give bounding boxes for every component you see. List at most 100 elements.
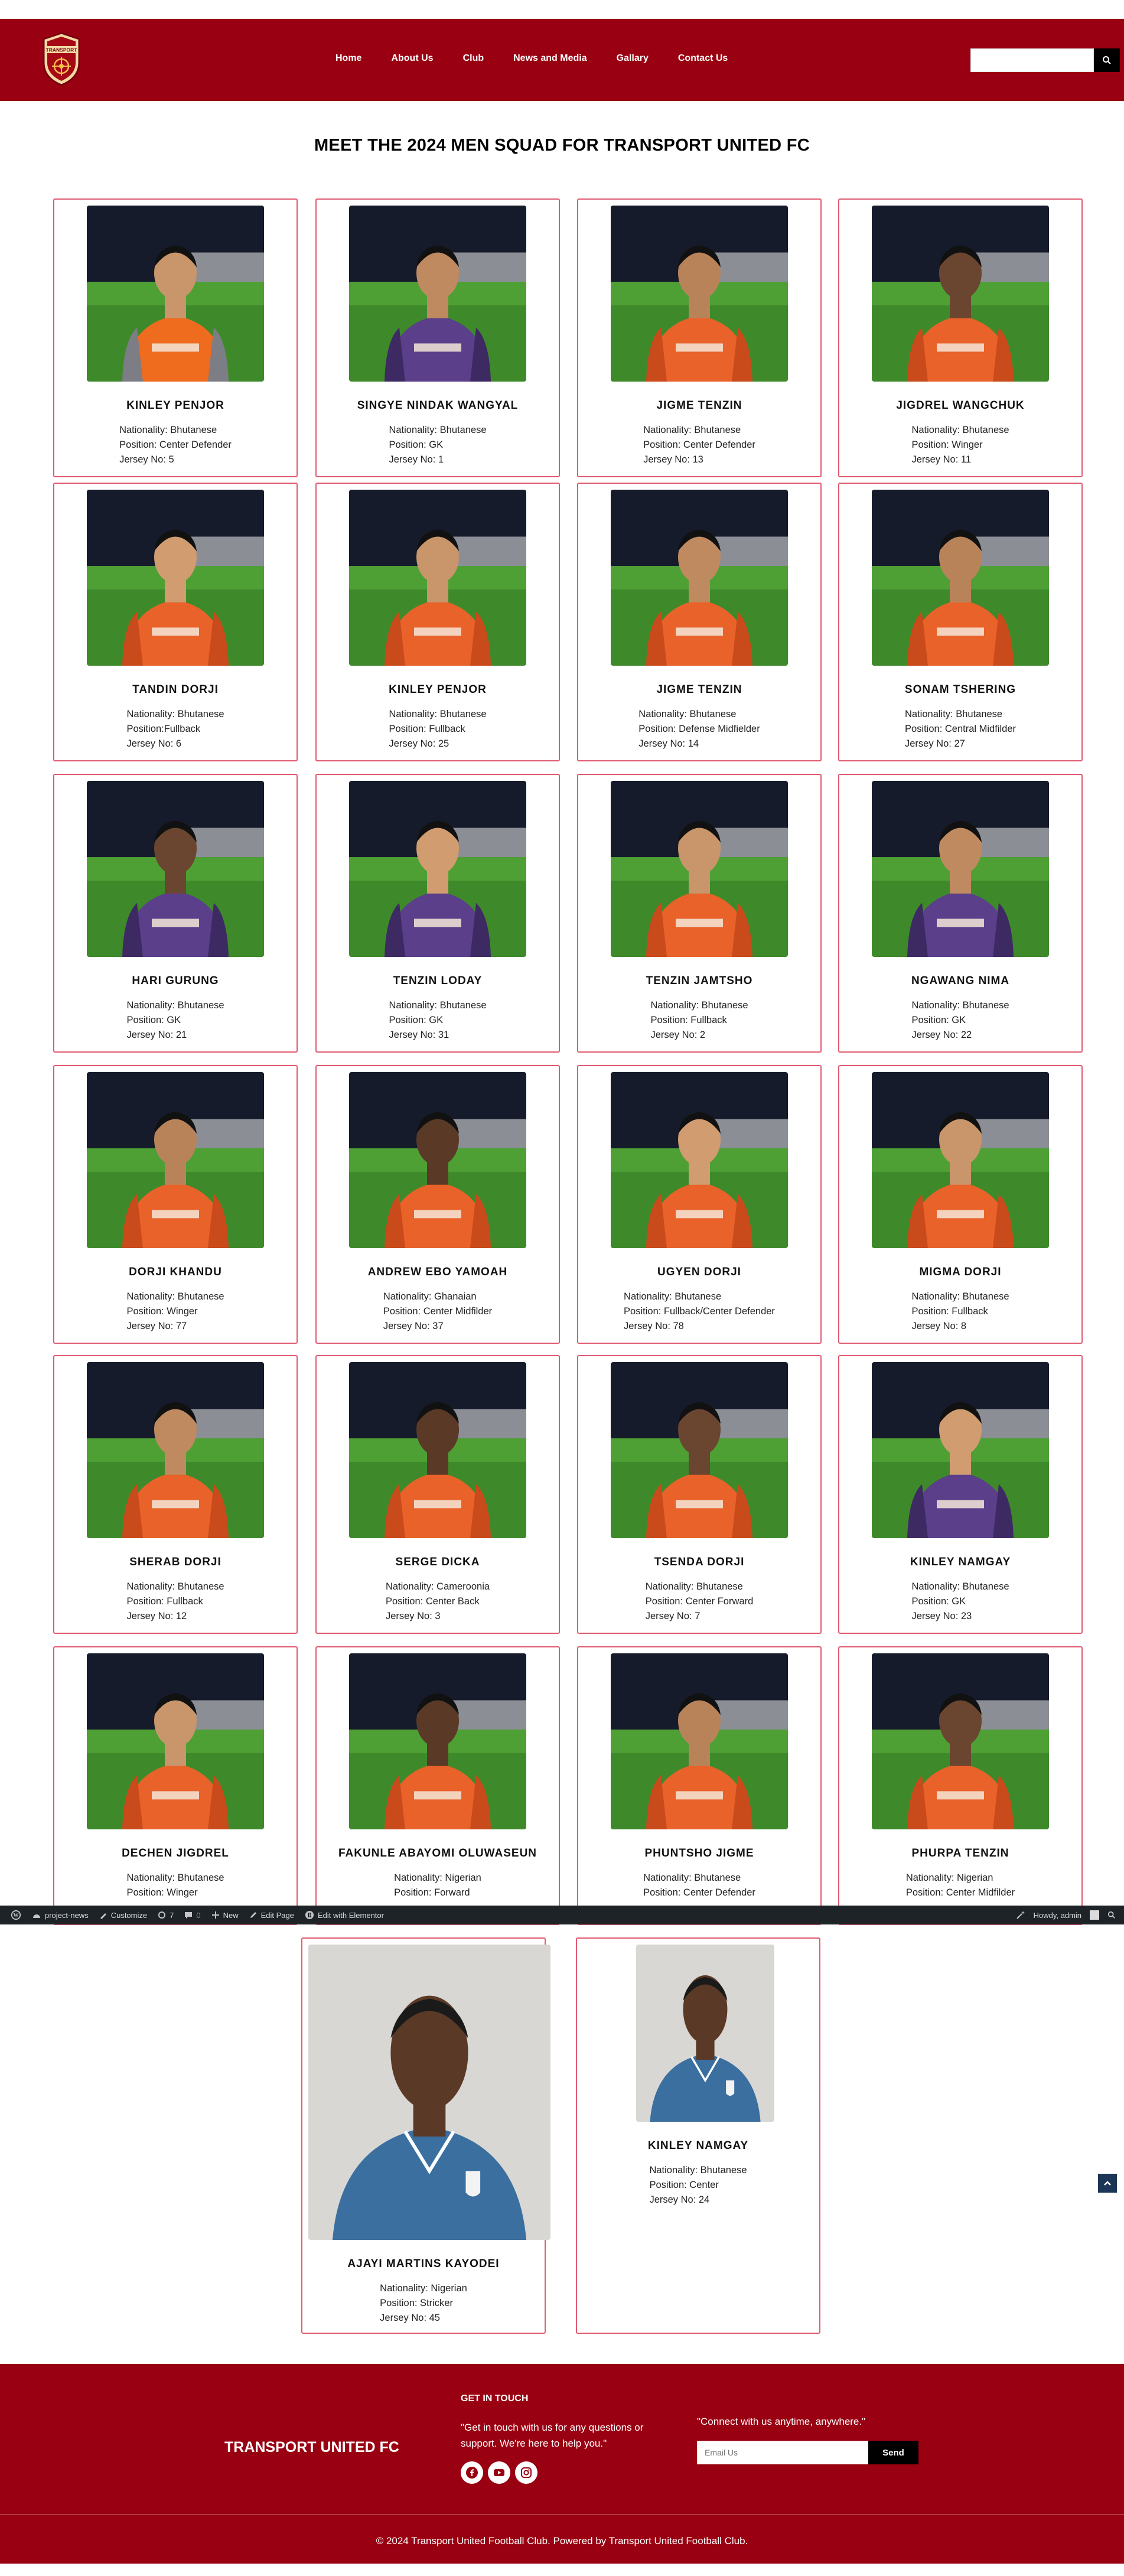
facebook-link[interactable] [461,2461,483,2484]
nav-about-us[interactable]: About Us [391,53,433,64]
player-card[interactable]: AJAYI MARTINS KAYODEI Nationality: Nigeri… [301,1937,550,2334]
new-content-item[interactable]: New [211,1911,239,1920]
player-photo [87,206,264,382]
player-card[interactable]: MIGMA DORJI Nationality: Bhutanese Positio… [838,1065,1083,1344]
player-card[interactable]: TENZIN JAMTSHO Nationality: Bhutanese Posi… [577,774,822,1053]
elementor-item[interactable]: Edit with Elementor [305,1910,384,1920]
connect-text: "Connect with us anytime, anywhere." [697,2416,866,2427]
player-name: KINLEY NAMGAY [910,1556,1011,1568]
player-card[interactable]: DORJI KHANDU Nationality: Bhutanese Positi… [53,1065,298,1344]
player-info: Nationality: Bhutanese Position: Central … [839,707,1081,751]
site-name-item[interactable]: project-news [32,1910,89,1920]
player-position: Position: GK [389,439,444,450]
player-name: KINLEY PENJOR [126,399,224,412]
player-photo [611,1362,788,1538]
player-jersey: Jersey No: 31 [389,1030,449,1040]
player-position: Position: Center Defender [119,439,232,450]
instagram-link[interactable] [515,2461,537,2484]
player-name: TANDIN DORJI [132,683,219,696]
player-card[interactable]: KINLEY PENJOR Nationality: Bhutanese Posit… [315,483,560,761]
search-button[interactable] [1094,48,1120,72]
player-nationality: Nationality: Bhutanese [643,425,741,435]
player-card[interactable]: ANDREW EBO YAMOAH Nationality: Ghanaian Po… [315,1065,560,1344]
search-input[interactable] [970,48,1094,72]
player-card[interactable]: TENZIN LODAY Nationality: Bhutanese Positi… [315,774,560,1053]
player-card[interactable]: HARI GURUNG Nationality: Bhutanese Positio… [53,774,298,1053]
player-position: Position: Forward [394,1887,470,1898]
facebook-icon [466,2467,478,2479]
player-info: Nationality: Bhutanese Position: Center D… [54,423,297,467]
player-card[interactable]: JIGME TENZIN Nationality: Bhutanese Positi… [577,198,822,477]
new-label: New [223,1910,239,1920]
updates-item[interactable]: 7 [158,1911,174,1920]
get-in-touch-text: "Get in touch with us for any questions … [461,2422,644,2449]
get-in-touch-heading: GET IN TOUCH [461,2393,529,2404]
nav-contact-us[interactable]: Contact Us [678,53,728,64]
player-card[interactable]: PHURPA TENZIN Nationality: Nigerian Positi… [838,1646,1083,1925]
send-button[interactable]: Send [868,2441,918,2464]
player-nationality: Nationality: Bhutanese [911,1291,1009,1302]
avatar[interactable] [1090,1910,1099,1920]
player-position: Position: Fullback [126,1596,203,1607]
player-card[interactable]: KINLEY PENJOR Nationality: Bhutanese Posit… [53,198,298,477]
magic-wand-icon[interactable] [1016,1910,1025,1920]
youtube-link[interactable] [488,2461,510,2484]
player-card[interactable]: PHUNTSHO JIGME Nationality: Bhutanese Posi… [577,1646,822,1925]
player-card[interactable]: SONAM TSHERING Nationality: Bhutanese Posi… [838,483,1083,761]
nav-gallary[interactable]: Gallary [617,53,649,64]
player-name: MIGMA DORJI [919,1266,1002,1278]
player-card[interactable]: TSENDA DORJI Nationality: Bhutanese Positi… [577,1355,822,1634]
player-info: Nationality: Bhutanese Position:Fullback J… [54,707,297,751]
player-name: JIGME TENZIN [656,683,742,696]
player-photo [87,490,264,666]
player-name: ANDREW EBO YAMOAH [367,1266,508,1278]
edit-page-item[interactable]: Edit Page [249,1911,294,1920]
player-card[interactable]: SHERAB DORJI Nationality: Bhutanese Positi… [53,1355,298,1634]
player-card[interactable]: JIGDREL WANGCHUK Nationality: Bhutanese Po… [838,198,1083,477]
player-photo [611,206,788,382]
back-to-top-button[interactable] [1098,2174,1117,2193]
customize-item[interactable]: Customize [99,1911,147,1920]
wp-logo-item[interactable]: W [11,1910,21,1920]
player-card[interactable]: KINLEY NAMGAY Nationality: Bhutanese Posit… [838,1355,1083,1634]
player-info: Nationality: Cameroonia Position: Center … [317,1580,559,1624]
nav-club[interactable]: Club [463,53,484,64]
footer-brand[interactable]: TRANSPORT UNITED FC [224,2439,399,2456]
main-nav: Home About Us Club News and Media Gallar… [335,53,757,64]
comments-item[interactable]: 0 [184,1911,201,1920]
player-nationality: Nationality: Bhutanese [126,1581,224,1592]
player-jersey: Jersey No: 24 [649,2194,710,2205]
player-card[interactable]: TANDIN DORJI Nationality: Bhutanese Positi… [53,483,298,761]
comment-icon [185,1912,193,1919]
player-photo [349,490,526,666]
player-position: Position: GK [911,1015,966,1025]
player-card[interactable]: FAKUNLE ABAYOMI OLUWASEUN Nationality: Ni… [315,1646,560,1925]
player-jersey: Jersey No: 3 [385,1611,441,1621]
player-card[interactable]: DECHEN JIGDREL Nationality: Bhutanese Posi… [53,1646,298,1925]
player-card[interactable]: NGAWANG NIMA Nationality: Bhutanese Positi… [838,774,1083,1053]
player-card[interactable]: SINGYE NINDAK WANGYAL Nationality: Bhutan… [315,198,560,477]
player-info: Nationality: Nigerian Position: Stricker J… [302,2281,545,2326]
club-logo[interactable]: TRANSPORT [39,31,84,87]
site-header: TRANSPORT Home About Us Club News and Me… [0,19,1124,101]
player-position: Position:Fullback [126,724,201,734]
player-card[interactable]: UGYEN DORJI Nationality: Bhutanese Positio… [577,1065,822,1344]
player-position: Position: Central Midfilder [905,724,1016,734]
player-photo [349,206,526,382]
player-info: Nationality: Bhutanese Position: GK Jersey… [839,998,1081,1043]
logo-text: TRANSPORT [46,47,78,53]
nav-home[interactable]: Home [335,53,361,64]
social-links [461,2461,537,2484]
player-name: KINLEY PENJOR [389,683,487,696]
nav-news-and-media[interactable]: News and Media [513,53,587,64]
svg-text:W: W [14,1913,19,1919]
player-jersey: Jersey No: 27 [905,738,965,749]
player-card[interactable]: SERGE DICKA Nationality: Cameroonia Positi… [315,1355,560,1634]
player-card[interactable]: JIGME TENZIN Nationality: Bhutanese Positi… [577,483,822,761]
email-field[interactable] [697,2441,868,2464]
search-icon[interactable] [1107,1911,1116,1919]
howdy-label[interactable]: Howdy, admin [1034,1911,1081,1920]
player-jersey: Jersey No: 21 [126,1030,187,1040]
player-photo [611,1072,788,1248]
player-card[interactable]: KINLEY NAMGAY Nationality: Bhutanese Posit… [576,1937,820,2334]
